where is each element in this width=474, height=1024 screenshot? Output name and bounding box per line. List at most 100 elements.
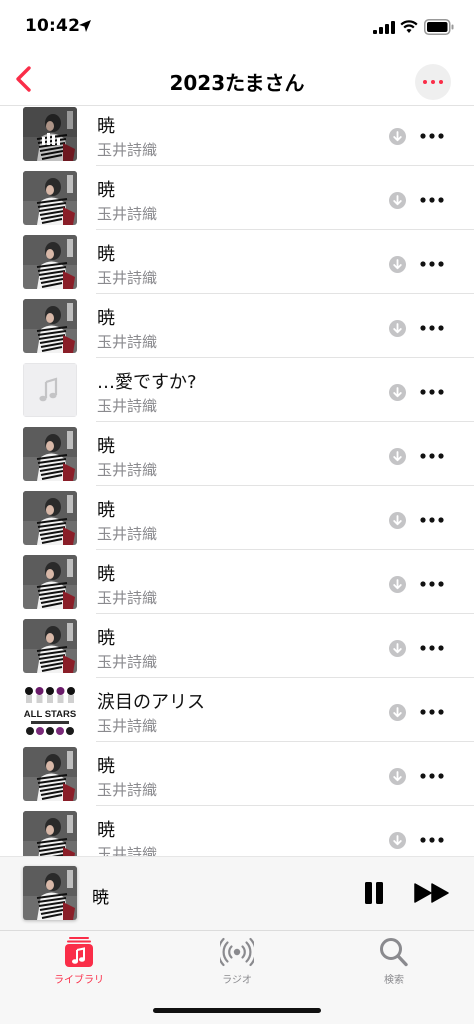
- now-playing-title: 暁: [92, 888, 109, 908]
- song-artwork: [23, 491, 77, 545]
- download-icon[interactable]: [389, 192, 406, 209]
- album-art-image: [23, 866, 77, 920]
- song-artist: 玉井詩織: [97, 205, 158, 223]
- tab-search-label: 検索: [384, 975, 404, 986]
- song-artwork: [23, 619, 77, 673]
- song-row[interactable]: …愛ですか? 玉井詩織: [0, 358, 474, 422]
- download-icon[interactable]: [389, 384, 406, 401]
- song-artwork: [23, 299, 77, 353]
- tab-search[interactable]: 検索: [344, 937, 444, 993]
- album-art-image: [23, 107, 77, 161]
- album-art-image: [23, 555, 77, 609]
- song-row[interactable]: 暁玉井詩織: [0, 422, 474, 486]
- song-title: 暁: [97, 756, 115, 777]
- location-arrow-icon: [79, 20, 91, 32]
- song-title: 暁: [97, 436, 115, 457]
- song-title: 暁: [97, 564, 115, 585]
- song-list: 暁玉井詩織暁玉井詩織暁玉井詩織暁玉井詩織 …愛ですか? 玉井詩織暁玉井詩織暁玉井詩織…: [0, 106, 474, 856]
- song-row[interactable]: ALL STARS 涙目のアリス 玉井詩織: [0, 678, 474, 742]
- album-art-image: [23, 171, 77, 225]
- song-row[interactable]: 暁玉井詩織: [0, 550, 474, 614]
- song-artwork: [23, 747, 77, 801]
- album-art-image: [23, 491, 77, 545]
- more-options-button[interactable]: [415, 64, 451, 100]
- row-more-icon[interactable]: [420, 515, 444, 525]
- song-artwork: [23, 555, 77, 609]
- song-title: 暁: [97, 116, 115, 137]
- wifi-icon: [400, 20, 418, 33]
- row-more-icon[interactable]: [420, 387, 444, 397]
- song-artist: 玉井詩織: [97, 461, 158, 479]
- row-more-icon[interactable]: [420, 771, 444, 781]
- download-icon[interactable]: [389, 320, 406, 337]
- song-artist: 玉井詩織: [97, 397, 158, 415]
- fast-forward-icon[interactable]: [414, 882, 450, 904]
- song-row[interactable]: 暁玉井詩織: [0, 742, 474, 806]
- album-art-image: [23, 235, 77, 289]
- song-row[interactable]: 暁玉井詩織: [0, 614, 474, 678]
- song-artwork: [23, 171, 77, 225]
- song-artist: 玉井詩織: [97, 845, 158, 856]
- song-artist: 玉井詩織: [97, 653, 158, 671]
- download-icon[interactable]: [389, 640, 406, 657]
- download-icon[interactable]: [389, 576, 406, 593]
- status-time: 10:42: [25, 16, 81, 36]
- download-icon[interactable]: [389, 704, 406, 721]
- song-title: 暁: [97, 500, 115, 521]
- row-more-icon[interactable]: [420, 259, 444, 269]
- song-row[interactable]: 暁玉井詩織: [0, 486, 474, 550]
- album-art-image: [23, 619, 77, 673]
- song-title: 暁: [97, 308, 115, 329]
- row-more-icon[interactable]: [420, 131, 444, 141]
- download-icon[interactable]: [389, 256, 406, 273]
- row-more-icon[interactable]: [420, 707, 444, 717]
- download-icon[interactable]: [389, 768, 406, 785]
- tab-radio-label: ラジオ: [222, 975, 252, 986]
- song-artwork: [23, 107, 77, 161]
- song-row[interactable]: 暁玉井詩織: [0, 166, 474, 230]
- row-more-icon[interactable]: [420, 195, 444, 205]
- row-more-icon[interactable]: [420, 643, 444, 653]
- tab-radio[interactable]: ラジオ: [187, 937, 287, 993]
- row-more-icon[interactable]: [420, 579, 444, 589]
- row-more-icon[interactable]: [420, 451, 444, 461]
- album-art-image: [23, 811, 77, 856]
- download-icon[interactable]: [389, 512, 406, 529]
- song-title: 暁: [97, 180, 115, 201]
- mini-player[interactable]: 暁: [0, 856, 474, 930]
- download-icon[interactable]: [389, 448, 406, 465]
- song-artist: 玉井詩織: [97, 525, 158, 543]
- page-title: 2023たまさん: [169, 71, 305, 95]
- download-icon[interactable]: [389, 128, 406, 145]
- ellipsis-icon: [423, 80, 443, 84]
- row-more-icon[interactable]: [420, 835, 444, 845]
- now-playing-artwork: [23, 866, 77, 920]
- status-bar: 10:42: [0, 0, 474, 56]
- song-artwork: [23, 427, 77, 481]
- song-artwork: [23, 811, 77, 856]
- song-row[interactable]: 暁玉井詩織: [0, 294, 474, 358]
- cellular-signal-icon: [373, 21, 395, 34]
- song-title: …愛ですか?: [97, 372, 197, 393]
- tab-library[interactable]: ライブラリ: [29, 937, 129, 993]
- song-row[interactable]: 暁玉井詩織: [0, 806, 474, 856]
- download-icon[interactable]: [389, 832, 406, 849]
- search-icon: [380, 938, 408, 967]
- song-title: 暁: [97, 244, 115, 265]
- song-row[interactable]: 暁玉井詩織: [0, 106, 474, 166]
- song-artwork: [23, 235, 77, 289]
- song-title: 暁: [97, 628, 115, 649]
- album-art-text: ALL STARS: [24, 709, 76, 720]
- song-artist: 玉井詩織: [97, 717, 158, 735]
- music-note-placeholder-icon: [23, 363, 77, 417]
- song-artist: 玉井詩織: [97, 141, 158, 159]
- album-art-image: [23, 747, 77, 801]
- song-artist: 玉井詩織: [97, 269, 158, 287]
- song-artist: 玉井詩織: [97, 589, 158, 607]
- song-title: 暁: [97, 820, 115, 841]
- nav-bar: 2023たまさん: [0, 56, 474, 106]
- album-art-image: [23, 299, 77, 353]
- pause-icon[interactable]: [362, 881, 386, 905]
- row-more-icon[interactable]: [420, 323, 444, 333]
- song-row[interactable]: 暁玉井詩織: [0, 230, 474, 294]
